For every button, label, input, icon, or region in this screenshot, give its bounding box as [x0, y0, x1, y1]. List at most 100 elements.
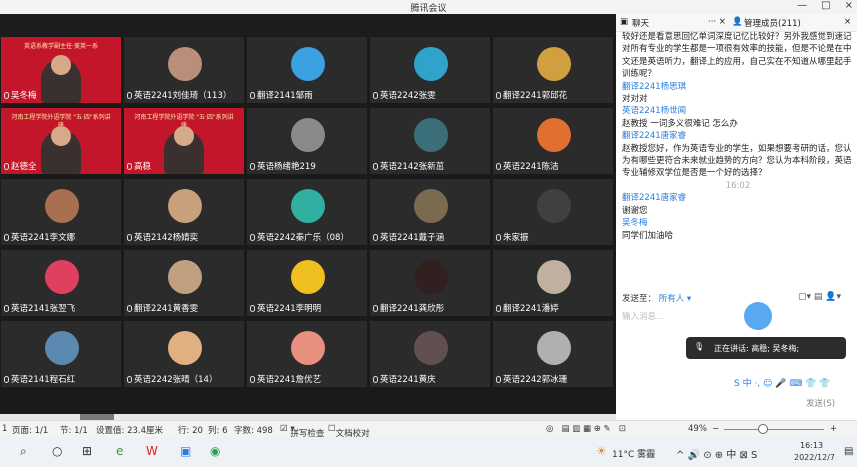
- participant-avatar: [414, 189, 448, 223]
- participant-name: 英语2241陈洁: [503, 162, 559, 172]
- participant-label: 英语2241李文娜: [4, 231, 75, 243]
- participant-label: 英语2241陈洁: [496, 160, 559, 172]
- participant-tile[interactable]: 翻译2241郭邱花: [492, 36, 614, 104]
- participant-name: 英语2242郭冰珊: [503, 375, 568, 385]
- mic-icon: [127, 91, 132, 99]
- title-bar: 腾讯会议 — □ ×: [0, 0, 857, 14]
- edge-icon[interactable]: e: [116, 444, 123, 458]
- toolbar-icons[interactable]: ▢▾ ▤ 👤▾: [798, 292, 841, 302]
- ime-toolbar[interactable]: S 中 ·, ☺ 🎤 ⌨ 👕 👕: [734, 376, 830, 389]
- zoom-slider[interactable]: [724, 429, 824, 430]
- participant-avatar: [537, 331, 571, 365]
- tray-icons[interactable]: ^ 🔊 ⊙ ⊕ 中 ⊠ S: [676, 446, 757, 461]
- send-button[interactable]: 发送(S): [806, 397, 835, 409]
- participant-tile[interactable]: 英语2241刘佳琦（113）: [123, 36, 245, 104]
- proofread-button[interactable]: ☐ 文档校对: [328, 424, 370, 439]
- participant-label: 英语2142张新茁: [373, 160, 444, 172]
- wechat-icon[interactable]: ◉: [210, 444, 220, 458]
- mic-icon: [250, 304, 255, 312]
- participant-tile[interactable]: 英语系教学副主任·美英一系 吴冬梅: [0, 36, 122, 104]
- participant-avatar: [537, 118, 571, 152]
- participant-tile[interactable]: 英语2241李明明: [246, 249, 368, 317]
- mic-icon: [4, 162, 9, 170]
- more-icon[interactable]: ··· ×: [708, 17, 726, 27]
- participant-tile[interactable]: 英语2241戴子涵: [369, 178, 491, 246]
- participant-tile[interactable]: 英语2242张晴（14）: [123, 320, 245, 388]
- participant-tile[interactable]: 英语2241詹优艺: [246, 320, 368, 388]
- notification-icon[interactable]: ▤: [844, 446, 853, 457]
- chat-header: ▣ 聊天 ··· × 👤 管理成员(211) ×: [616, 14, 857, 32]
- status-section: 节: 1/1: [60, 426, 88, 436]
- message-text: 对对对: [622, 94, 648, 105]
- participant-tile[interactable]: 英语2242郭冰珊: [492, 320, 614, 388]
- message-text: 同学们加油哈: [622, 230, 674, 241]
- view-icons[interactable]: ◎ ▤ ▥ ▦ ⊕ ✎ ⊡: [546, 424, 626, 434]
- send-to-select[interactable]: 所有人: [659, 294, 685, 304]
- participant-label: 翻译2241龚欣彤: [373, 302, 444, 314]
- minimize-button[interactable]: —: [797, 0, 807, 11]
- participant-tile[interactable]: 朱家振: [492, 178, 614, 246]
- status-setting: 设置值: 23.4厘米: [96, 426, 163, 436]
- participant-tile[interactable]: 翻译2241黄香雯: [123, 249, 245, 317]
- participant-avatar: [168, 47, 202, 81]
- clock-time: 16:13: [800, 441, 824, 450]
- participant-tile[interactable]: 英语2242秦广乐（08）: [246, 178, 368, 246]
- participant-label: 英语2242张雯: [373, 89, 436, 101]
- zoom-slider-handle[interactable]: [758, 424, 768, 434]
- message-input[interactable]: 输入消息...: [622, 310, 664, 322]
- task-view-icon[interactable]: ⊞: [82, 444, 92, 458]
- participant-tile[interactable]: 英语2241李文娜: [0, 178, 122, 246]
- participant-name: 英语2241詹优艺: [257, 375, 322, 385]
- circle-icon[interactable]: ○: [52, 444, 62, 458]
- meeting-icon[interactable]: ▣: [180, 444, 191, 458]
- wps-icon[interactable]: W: [146, 444, 158, 458]
- participant-tile[interactable]: 翻译2241潘婷: [492, 249, 614, 317]
- participant-tile[interactable]: 英语2141张翌飞: [0, 249, 122, 317]
- participant-name: 英语2241李文娜: [11, 233, 76, 243]
- zoom-value: 49%: [688, 424, 707, 434]
- participant-tile[interactable]: 英语2242张雯: [369, 36, 491, 104]
- participant-avatar: [291, 260, 325, 294]
- zoom-out-button[interactable]: −: [712, 424, 719, 434]
- participant-name: 吴冬梅: [11, 91, 37, 101]
- message-sender: 英语2241杨世闻: [622, 106, 687, 117]
- participant-tile[interactable]: 英语2241陈洁: [492, 107, 614, 175]
- weather-icon: ☀: [596, 444, 607, 458]
- status-bar: 1 页面: 1/1 节: 1/1 设置值: 23.4厘米 行: 20 列: 6 …: [0, 420, 857, 439]
- participant-tile[interactable]: 英语2241黄庆: [369, 320, 491, 388]
- participant-tile[interactable]: 翻译2141邹雨: [246, 36, 368, 104]
- participant-tile[interactable]: 英语2142杨婧奕: [123, 178, 245, 246]
- participant-tile[interactable]: 英语2141程石红: [0, 320, 122, 388]
- participant-name: 英语2141程石红: [11, 375, 76, 385]
- participant-tile[interactable]: 英语杨绪艳219: [246, 107, 368, 175]
- tab-members[interactable]: 管理成员(211): [744, 17, 801, 29]
- close-icon[interactable]: ×: [844, 17, 851, 27]
- status-words[interactable]: 字数: 498: [234, 424, 273, 436]
- chevron-down-icon[interactable]: ▾: [684, 294, 691, 304]
- message-text: 谢谢您: [622, 205, 648, 216]
- clock-date: 2022/12/7: [794, 453, 836, 462]
- tab-chat[interactable]: 聊天: [632, 17, 649, 29]
- send-to: 发送至： 所有人 ▾: [622, 292, 691, 304]
- window-title: 腾讯会议: [410, 4, 447, 14]
- participant-avatar: [414, 47, 448, 81]
- participant-name: 英语2242张雯: [380, 91, 436, 101]
- participant-tile[interactable]: 河南工程学院外语学院 "五·四"系列讲座高稳: [123, 107, 245, 175]
- participant-label: 翻译2241郭邱花: [496, 89, 567, 101]
- participant-label: 英语2241詹优艺: [250, 373, 321, 385]
- close-button[interactable]: ×: [845, 0, 853, 11]
- participant-tile[interactable]: 河南工程学院外语学院 "五·四"系列讲座赵德全: [0, 107, 122, 175]
- participant-name: 英语2241刘佳琦（113）: [134, 91, 232, 101]
- spellcheck-button[interactable]: ☑ 拼写检查 ▾: [280, 424, 324, 439]
- participant-tile[interactable]: 英语2142张新茁: [369, 107, 491, 175]
- maximize-button[interactable]: □: [821, 0, 830, 11]
- search-icon[interactable]: ⌕: [20, 444, 27, 459]
- participant-label: 英语2141张翌飞: [4, 302, 75, 314]
- participant-face: [51, 55, 71, 75]
- voice-bubble-icon: [744, 302, 772, 330]
- participant-tile[interactable]: 翻译2241龚欣彤: [369, 249, 491, 317]
- zoom-in-button[interactable]: +: [830, 424, 837, 434]
- mic-icon: [373, 91, 378, 99]
- participant-avatar: [45, 260, 79, 294]
- participant-name: 英语2142杨婧奕: [134, 233, 199, 243]
